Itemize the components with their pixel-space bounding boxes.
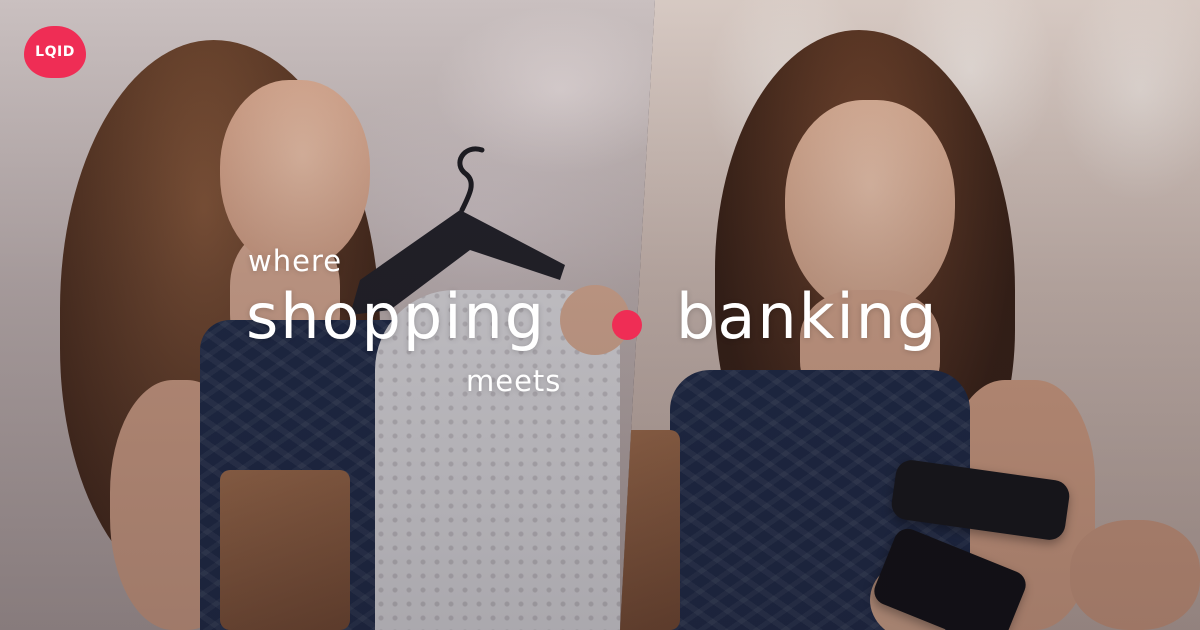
- face: [785, 100, 955, 315]
- second-hand: [1070, 520, 1200, 630]
- lqid-logo[interactable]: LQID: [24, 26, 86, 78]
- handbag: [220, 470, 350, 630]
- hanger-icon: [350, 146, 565, 315]
- logo-text: LQID: [35, 44, 75, 60]
- hero-banner: LQID where shopping banking meets: [0, 0, 1200, 630]
- shopping-photo: [0, 0, 655, 630]
